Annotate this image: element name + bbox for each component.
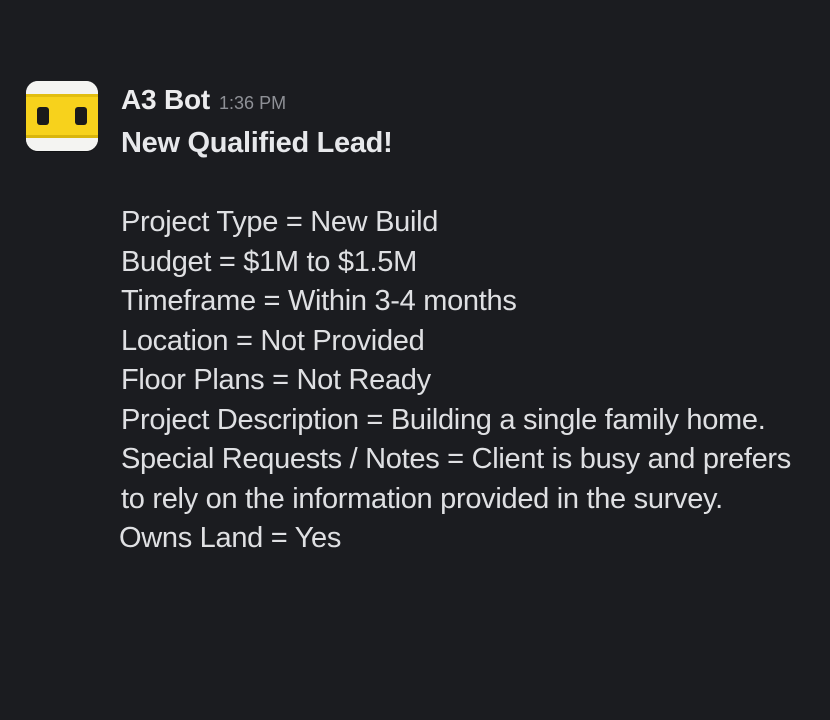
field-owns-land: Owns Land = Yes — [119, 522, 342, 554]
message-header: A3 Bot 1:36 PM — [121, 84, 286, 120]
sender-name[interactable]: A3 Bot — [121, 84, 210, 116]
bot-avatar[interactable] — [26, 81, 98, 151]
field-project-type: Project Type = New Build — [121, 206, 439, 238]
field-special-requests: Special Requests / Notes = Client is bus… — [121, 443, 791, 515]
robot-face-icon — [26, 81, 98, 151]
field-project-description: Project Description = Building a single … — [121, 403, 766, 436]
chat-message: A3 Bot 1:36 PM New Qualified Lead! Proje… — [0, 0, 830, 720]
field-floor-plans: Floor Plans = Not Ready — [121, 364, 431, 396]
field-timeframe: Timeframe = Within 3-4 months — [121, 285, 517, 317]
message-body: New Qualified Lead! Project Type = New B… — [119, 124, 811, 559]
field-location: Location = Not Provided — [121, 324, 425, 357]
message-timestamp[interactable]: 1:36 PM — [219, 93, 286, 114]
message-headline: New Qualified Lead! — [121, 127, 393, 159]
field-budget: Budget = $1M to $1.5M — [121, 245, 417, 278]
